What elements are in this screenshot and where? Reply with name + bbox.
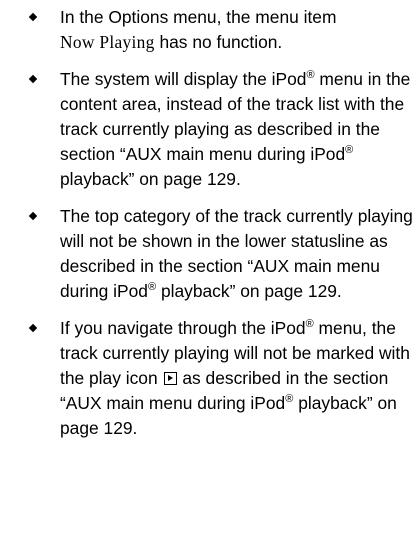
registered-mark: ®: [345, 144, 354, 156]
item-text: The system will display the iPod: [60, 69, 307, 89]
play-icon: [163, 372, 177, 385]
registered-mark: ®: [285, 393, 294, 405]
registered-mark: ®: [147, 281, 157, 293]
item-text: has no function.: [159, 32, 283, 52]
registered-mark: ®: [305, 318, 314, 330]
list-item: The system will display the iPod® menu i…: [28, 67, 415, 192]
diamond-bullet-icon: [28, 211, 38, 221]
item-text: playback” on page 129.: [60, 169, 241, 189]
bullet-list: In the Options menu, the menu item Now P…: [28, 0, 415, 453]
item-text: In the Options menu, the menu item: [60, 7, 337, 27]
list-item: If you navigate through the iPod® menu, …: [28, 316, 415, 441]
registered-mark: ®: [306, 69, 315, 81]
list-item: In the Options menu, the menu item Now P…: [28, 5, 415, 55]
item-text: playback” on page 129.: [160, 281, 342, 301]
diamond-bullet-icon: [28, 74, 38, 84]
diamond-bullet-icon: [28, 323, 38, 333]
item-text: If you navigate through the iPod: [60, 318, 306, 338]
menu-item-name: Now Playing: [60, 32, 155, 52]
list-item: The top category of the track currently …: [28, 204, 415, 304]
diamond-bullet-icon: [28, 12, 38, 22]
